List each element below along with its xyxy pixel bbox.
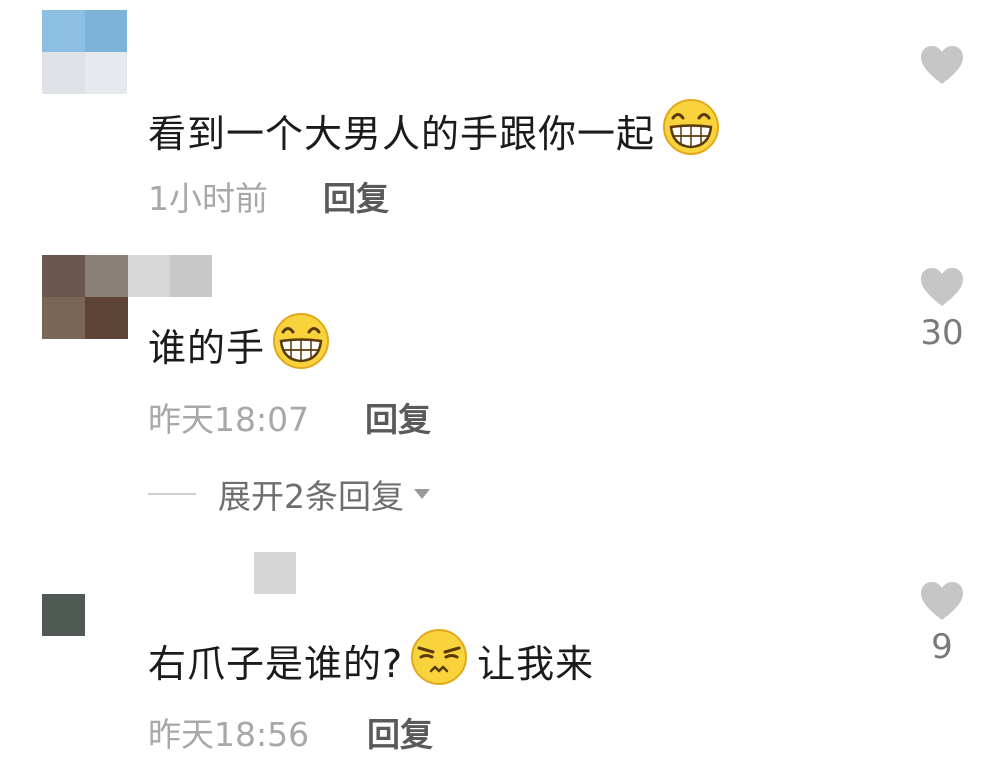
comment-text: 右爪子是谁的? 让我来: [148, 626, 594, 695]
heart-icon: [921, 46, 963, 84]
like-button[interactable]: 9: [917, 580, 967, 666]
grinning-face-emoji: [661, 96, 721, 165]
comment-timestamp: 昨天18:07: [148, 400, 310, 439]
heart-icon: [921, 268, 963, 306]
reply-button[interactable]: 回复: [367, 708, 433, 756]
reply-button[interactable]: 回复: [323, 172, 389, 220]
comment-timestamp: 1小时前: [148, 179, 268, 218]
comment-body: 看到一个大男人的手跟你一起: [148, 112, 656, 156]
reply-button[interactable]: 回复: [365, 393, 431, 441]
expand-replies-label: 展开2条回复: [218, 477, 404, 516]
like-count: 9: [931, 627, 953, 667]
comment-timestamp: 昨天18:56: [148, 715, 310, 754]
comment-body: 右爪子是谁的?: [148, 642, 404, 686]
caret-down-icon: [414, 489, 430, 499]
comment-body-continued: 让我来: [477, 642, 595, 686]
avatar[interactable]: [42, 552, 296, 636]
heart-icon: [921, 582, 963, 620]
avatar[interactable]: [42, 10, 127, 94]
like-count: 30: [920, 313, 964, 353]
like-button[interactable]: [917, 44, 967, 92]
expand-replies-button[interactable]: 展开2条回复: [148, 470, 430, 518]
like-button[interactable]: 30: [917, 266, 967, 352]
divider-line: [148, 493, 196, 495]
comment-text: 谁的手: [148, 310, 331, 379]
comment-text: 看到一个大男人的手跟你一起: [148, 96, 721, 165]
comment-body: 谁的手: [148, 326, 266, 370]
smirking-face-emoji: [409, 626, 469, 695]
grinning-face-emoji: [271, 310, 331, 379]
